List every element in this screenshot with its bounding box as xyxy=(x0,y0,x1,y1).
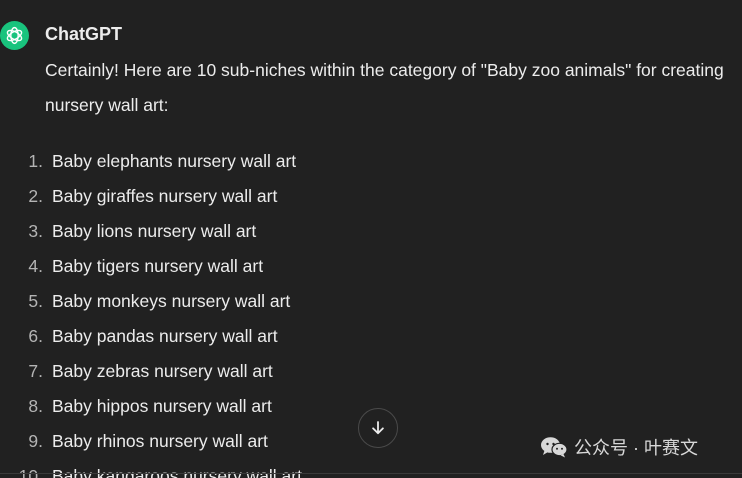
list-item-text: Baby elephants nursery wall art xyxy=(52,151,297,171)
divider xyxy=(0,473,742,474)
chatgpt-avatar xyxy=(0,21,29,50)
list-item-text: Baby rhinos nursery wall art xyxy=(52,431,268,451)
list-item-text: Baby monkeys nursery wall art xyxy=(52,291,291,311)
list-item-number: 9. xyxy=(28,431,43,451)
list-item-text: Baby zebras nursery wall art xyxy=(52,361,273,381)
list-item-text: Baby kangaroos nursery wall art xyxy=(52,466,302,478)
watermark: 公众号 · 叶赛文 xyxy=(540,434,698,460)
list-item-number: 8. xyxy=(28,396,43,416)
list-item-number: 6. xyxy=(28,326,43,346)
list-item-number: 2. xyxy=(28,186,43,206)
message-intro: Certainly! Here are 10 sub-niches within… xyxy=(45,60,724,115)
arrow-down-icon xyxy=(372,421,384,435)
list-item-number: 5. xyxy=(28,291,43,311)
scroll-to-bottom-button[interactable] xyxy=(358,408,398,448)
list-item-text: Baby lions nursery wall art xyxy=(52,221,257,241)
list-item-text: Baby pandas nursery wall art xyxy=(52,326,278,346)
wechat-icon xyxy=(541,437,568,458)
list-item-text: Baby tigers nursery wall art xyxy=(52,256,264,276)
list-item-number: 7. xyxy=(28,361,43,381)
watermark-text: 公众号 · 叶赛文 xyxy=(574,438,698,458)
openai-logo-icon xyxy=(6,26,23,45)
list-item-number: 1. xyxy=(28,151,43,171)
list-item-number: 4. xyxy=(28,256,43,276)
sender-name: ChatGPT xyxy=(45,24,123,44)
list-item-number: 3. xyxy=(28,221,43,241)
list-item-text: Baby hippos nursery wall art xyxy=(52,396,272,416)
list-item-number: 10. xyxy=(18,466,43,478)
list-item-text: Baby giraffes nursery wall art xyxy=(52,186,278,206)
